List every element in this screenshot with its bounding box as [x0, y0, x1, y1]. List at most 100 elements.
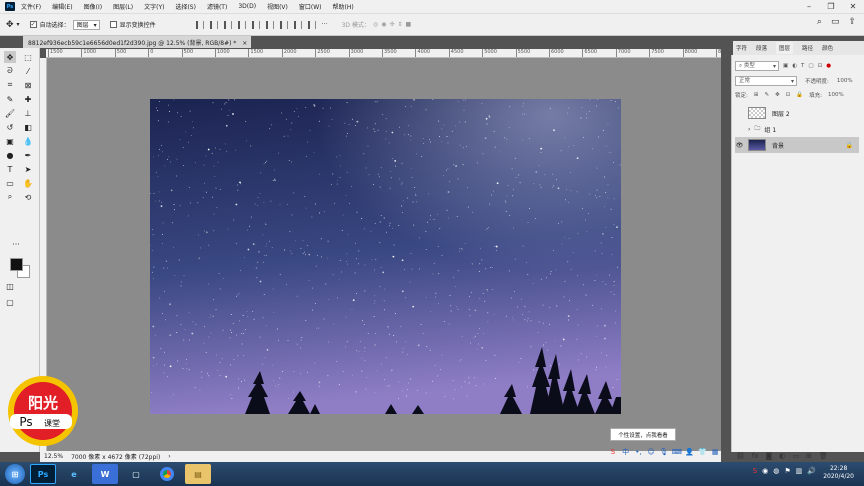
- menu-view[interactable]: 视图(V): [267, 2, 288, 11]
- roll-3d-icon[interactable]: ◉: [381, 21, 386, 28]
- new-layer-icon[interactable]: ⊞: [806, 452, 812, 460]
- tray-network-icon[interactable]: ▥: [796, 467, 803, 475]
- tray-app-icon[interactable]: ◉: [762, 467, 768, 475]
- eraser-tool-icon[interactable]: ◧: [22, 121, 34, 133]
- ime-voice-icon[interactable]: 🎙: [659, 447, 669, 457]
- filter-kind-dropdown[interactable]: ⌕ 类型: [735, 61, 779, 71]
- tray-volume-icon[interactable]: 🔊: [807, 467, 816, 475]
- align-middle-icon[interactable]: [251, 20, 260, 29]
- layer-row[interactable]: › 🗀 组 1: [735, 121, 859, 137]
- align-top-icon[interactable]: [237, 20, 246, 29]
- filter-toggle-icon[interactable]: ●: [826, 63, 831, 69]
- auto-select-dropdown[interactable]: 图层: [72, 19, 100, 30]
- shape-tool-icon[interactable]: ▭: [4, 177, 16, 189]
- menu-select[interactable]: 选择(S): [175, 2, 196, 11]
- filter-pixel-icon[interactable]: ▣: [783, 63, 788, 69]
- path-select-icon[interactable]: ➤: [22, 163, 34, 175]
- ime-skin-icon[interactable]: 👕: [698, 447, 708, 457]
- ime-punct-icon[interactable]: •,: [634, 447, 644, 457]
- tray-wechat-icon[interactable]: ◍: [773, 467, 779, 475]
- workspace-icon[interactable]: ▭: [831, 17, 840, 27]
- distribute-h-icon[interactable]: [293, 20, 302, 29]
- align-right-icon[interactable]: [223, 20, 232, 29]
- tab-paths[interactable]: 路径: [802, 44, 813, 52]
- ime-user-icon[interactable]: 👤: [685, 447, 695, 457]
- tab-color[interactable]: 颜色: [822, 44, 833, 52]
- blur-tool-icon[interactable]: 💧: [22, 135, 34, 147]
- menu-filter[interactable]: 滤镜(T): [207, 2, 227, 11]
- screen-mode-icon[interactable]: ▢: [4, 296, 16, 308]
- taskbar-photoshop-icon[interactable]: Ps: [30, 464, 56, 484]
- sogou-icon[interactable]: S: [608, 447, 618, 457]
- menu-help[interactable]: 帮助(H): [333, 2, 354, 11]
- lasso-tool-icon[interactable]: ᘐ: [4, 65, 16, 77]
- lock-artboard-icon[interactable]: ⊡: [786, 92, 791, 98]
- tray-flag-icon[interactable]: ⚑: [784, 467, 790, 475]
- menu-window[interactable]: 窗口(W): [299, 2, 322, 11]
- mask-icon[interactable]: ◙: [766, 452, 773, 460]
- move-tool-preset[interactable]: ✥ ▾: [6, 20, 20, 30]
- chevron-right-icon[interactable]: ›: [748, 126, 750, 133]
- distribute-icon[interactable]: [279, 20, 288, 29]
- filter-type-icon[interactable]: T: [801, 63, 804, 69]
- magic-wand-icon[interactable]: ⁄: [22, 65, 34, 77]
- trash-icon[interactable]: 🗑: [819, 452, 828, 460]
- search-icon[interactable]: ⌕: [817, 17, 822, 27]
- gradient-tool-icon[interactable]: ▣: [4, 135, 16, 147]
- eye-icon[interactable]: 👁: [735, 142, 744, 149]
- scale-3d-icon[interactable]: ■: [406, 21, 412, 28]
- minimize-icon[interactable]: –: [798, 0, 820, 13]
- orbit-3d-icon[interactable]: ◎: [373, 21, 378, 28]
- align-bottom-icon[interactable]: [265, 20, 274, 29]
- blend-mode-dropdown[interactable]: 正常: [735, 76, 797, 86]
- lock-pixels-icon[interactable]: ⊞: [754, 92, 759, 98]
- ime-tools-icon[interactable]: ▦: [710, 447, 720, 457]
- link-icon[interactable]: ⛓: [736, 452, 745, 460]
- adjustment-icon[interactable]: ◐: [779, 452, 785, 460]
- start-button[interactable]: ⊞: [5, 464, 25, 484]
- starry-sky-image[interactable]: [150, 99, 621, 414]
- crop-tool-icon[interactable]: ⌗: [4, 79, 16, 91]
- filter-smart-icon[interactable]: ⊡: [818, 63, 823, 69]
- layer-row[interactable]: 图层 2: [735, 105, 859, 121]
- restore-icon[interactable]: ❐: [820, 0, 842, 13]
- drag-3d-icon[interactable]: ✣: [389, 21, 394, 28]
- tab-character[interactable]: 字符: [736, 44, 747, 52]
- frame-tool-icon[interactable]: ⊠: [22, 79, 34, 91]
- taskbar-explorer-icon[interactable]: ▤: [185, 464, 211, 484]
- taskbar-chrome-icon[interactable]: [154, 464, 180, 484]
- tray-sogou-icon[interactable]: S: [753, 467, 757, 475]
- lock-position-icon[interactable]: ✥: [775, 92, 780, 98]
- dodge-tool-icon[interactable]: ●: [4, 149, 16, 161]
- close-tab-icon[interactable]: ×: [242, 40, 247, 47]
- fx-icon[interactable]: fx: [752, 452, 759, 460]
- menu-edit[interactable]: 编辑(E): [52, 2, 72, 11]
- hand-tool-icon[interactable]: ✋: [22, 177, 34, 189]
- close-icon[interactable]: ✕: [842, 0, 864, 13]
- menu-3d[interactable]: 3D(D): [238, 3, 256, 10]
- quick-mask-icon[interactable]: ◫: [4, 280, 16, 292]
- type-tool-icon[interactable]: T: [4, 163, 16, 175]
- pen-tool-icon[interactable]: ✒: [22, 149, 34, 161]
- taskbar-video-icon[interactable]: ▢: [123, 464, 149, 484]
- menu-file[interactable]: 文件(F): [21, 2, 41, 11]
- rotate-view-icon[interactable]: ⟲: [22, 191, 34, 203]
- slide-3d-icon[interactable]: ⇕: [398, 21, 403, 28]
- group-icon[interactable]: ▭: [792, 452, 799, 460]
- healing-brush-icon[interactable]: ✚: [22, 93, 34, 105]
- menu-type[interactable]: 文字(Y): [144, 2, 164, 11]
- lock-paint-icon[interactable]: ✎: [764, 92, 769, 98]
- clock[interactable]: 22:28 2020/4/20: [823, 465, 854, 481]
- distribute-v-icon[interactable]: [307, 20, 316, 29]
- foreground-color-swatch[interactable]: [10, 258, 23, 271]
- ime-keyboard-icon[interactable]: ⌨: [672, 447, 682, 457]
- auto-select-checkbox[interactable]: [29, 21, 37, 28]
- marquee-tool-icon[interactable]: ⬚: [22, 51, 34, 63]
- eyedropper-icon[interactable]: ✎: [4, 93, 16, 105]
- ime-emoji-icon[interactable]: ☺: [646, 447, 656, 457]
- document-tab[interactable]: 8812ef936ecb59c1e6656d0ed1f2d390.jpg @ 1…: [23, 36, 251, 48]
- taskbar-wps-icon[interactable]: W: [92, 464, 118, 484]
- ime-chinese-icon[interactable]: 中: [621, 447, 631, 457]
- zoom-tool-icon[interactable]: ⌕: [4, 191, 16, 203]
- history-brush-icon[interactable]: ↺: [4, 121, 16, 133]
